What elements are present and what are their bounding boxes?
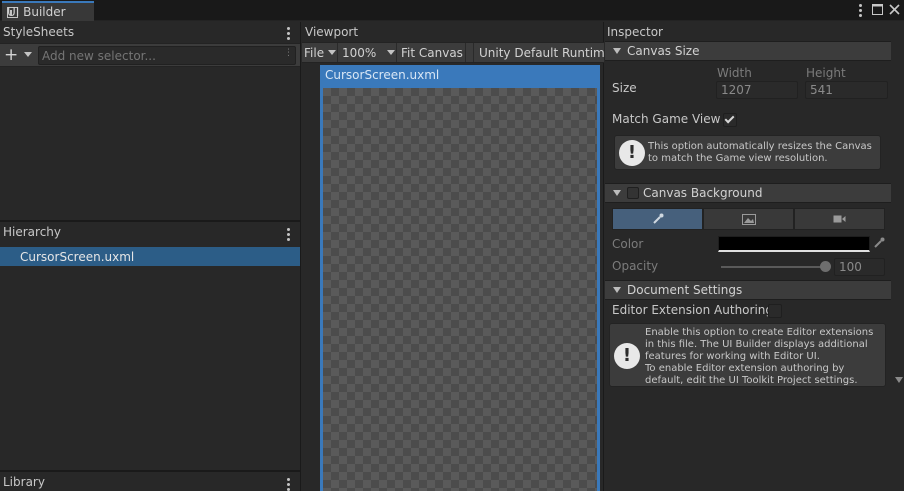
chevron-down-icon <box>328 50 337 55</box>
opacity-field[interactable]: 100 <box>834 258 885 276</box>
hierarchy-item-cursorscreen[interactable]: CursorScreen.uxml <box>0 247 300 266</box>
theme-dropdown[interactable]: Unity Default Runtime <box>473 43 612 62</box>
camera-icon <box>833 215 846 223</box>
fit-canvas-label: Fit Canvas <box>401 45 463 60</box>
warning-icon: ! <box>614 343 640 369</box>
document-settings-header: Document Settings <box>627 283 743 297</box>
warning-icon: ! <box>619 140 645 166</box>
foldout-arrow-icon <box>613 287 621 293</box>
maximize-icon[interactable] <box>872 4 883 18</box>
eyedropper-icon[interactable] <box>873 237 885 249</box>
stylesheets-header: StyleSheets <box>0 22 300 42</box>
viewport-header: Viewport <box>302 22 604 42</box>
inspector-panel: Inspector Canvas Size Width Height Size … <box>605 22 904 491</box>
width-label: Width <box>717 66 752 80</box>
opacity-slider-handle[interactable] <box>820 261 831 272</box>
canvas-title-bar[interactable]: CursorScreen.uxml <box>320 65 600 85</box>
document-settings-foldout[interactable]: Document Settings <box>605 280 891 300</box>
opacity-slider-track[interactable] <box>721 266 825 268</box>
hierarchy-item-label: CursorScreen.uxml <box>20 249 135 264</box>
left-panel: StyleSheets + ⋮ Hierarchy CursorScreen.u… <box>0 22 301 491</box>
library-menu-icon[interactable] <box>287 478 291 491</box>
size-label: Size <box>612 81 637 95</box>
canvas-background-toggle[interactable] <box>627 187 639 199</box>
background-image-tab[interactable] <box>703 208 794 230</box>
background-color-tab[interactable] <box>612 208 703 230</box>
stylesheets-title: StyleSheets <box>3 25 75 39</box>
document-settings-help-text: Enable this option to create Editor exte… <box>645 327 883 387</box>
theme-label: Unity Default Runtime <box>479 45 613 60</box>
checkmark-icon <box>724 113 735 124</box>
canvas-size-help-text: This option automatically resizes the Ca… <box>648 141 872 164</box>
hierarchy-title: Hierarchy <box>3 225 62 239</box>
editor-extension-checkbox[interactable] <box>768 304 782 318</box>
fit-canvas-button[interactable]: Fit Canvas <box>398 43 466 62</box>
eyedropper-icon <box>652 213 663 224</box>
scroll-down-icon[interactable] <box>895 377 903 383</box>
zoom-label: 100% <box>342 45 377 60</box>
match-game-view-label: Match Game View <box>612 112 721 126</box>
canvas-area[interactable] <box>320 85 600 491</box>
foldout-arrow-icon <box>613 48 621 54</box>
background-mode-tabs <box>612 208 885 230</box>
hierarchy-header: Hierarchy <box>0 222 300 242</box>
height-label: Height <box>806 66 846 80</box>
width-field[interactable]: 1207 <box>716 81 798 99</box>
document-settings-help-box: ! Enable this option to create Editor ex… <box>609 323 886 387</box>
inspector-header: Inspector <box>605 22 891 42</box>
viewport-toolbar: File 100% Fit Canvas Unity Default Runti… <box>302 42 612 63</box>
inspector-scrollbar[interactable] <box>893 42 904 491</box>
chevron-down-icon <box>387 50 396 55</box>
zoom-dropdown[interactable]: 100% <box>339 43 397 62</box>
canvas-background-header: Canvas Background <box>643 186 763 200</box>
background-camera-tab[interactable] <box>794 208 885 230</box>
ui-builder-tab[interactable]: UI Builder <box>2 1 94 21</box>
document-settings-help-text-2: To enable Editor extension authoring by … <box>645 363 858 386</box>
tab-title: UI Builder <box>7 5 66 19</box>
foldout-arrow-icon <box>613 190 621 196</box>
stylesheets-menu-icon[interactable] <box>287 27 291 41</box>
color-label: Color <box>612 237 644 251</box>
selector-input[interactable] <box>38 46 296 65</box>
viewport-panel: Viewport File 100% Fit Canvas Unity Defa… <box>302 22 612 491</box>
image-icon <box>741 213 756 225</box>
library-title: Library <box>3 475 45 489</box>
window-menu-icon[interactable] <box>859 4 863 18</box>
canvas-background-foldout[interactable]: Canvas Background <box>605 183 891 203</box>
add-stylesheet-icon[interactable]: + <box>4 47 18 64</box>
file-menu-label: File <box>304 45 325 60</box>
hierarchy-menu-icon[interactable] <box>287 228 291 242</box>
viewport-title: Viewport <box>305 25 359 39</box>
canvas-size-help-box: ! This option automatically resizes the … <box>614 135 881 170</box>
height-field[interactable]: 541 <box>805 81 888 99</box>
match-game-view-checkbox[interactable] <box>723 113 737 127</box>
window-tab-bar: UI Builder <box>0 0 904 21</box>
canvas-size-foldout[interactable]: Canvas Size <box>605 41 891 61</box>
library-header: Library <box>0 472 300 491</box>
canvas-size-header: Canvas Size <box>627 44 700 58</box>
color-field[interactable] <box>718 236 870 252</box>
selector-options-icon[interactable]: ⋮ <box>284 49 293 58</box>
opacity-label: Opacity <box>612 259 659 273</box>
editor-extension-label: Editor Extension Authoring <box>612 303 774 317</box>
chevron-down-icon[interactable] <box>24 52 32 57</box>
file-menu-button[interactable]: File <box>302 43 338 62</box>
document-settings-help-text-1: Enable this option to create Editor exte… <box>645 327 874 362</box>
canvas-container: CursorScreen.uxml <box>318 65 602 491</box>
close-icon[interactable] <box>889 4 900 18</box>
stylesheets-toolbar: + ⋮ <box>0 43 300 67</box>
inspector-title: Inspector <box>607 25 663 39</box>
canvas-title: CursorScreen.uxml <box>325 68 440 82</box>
